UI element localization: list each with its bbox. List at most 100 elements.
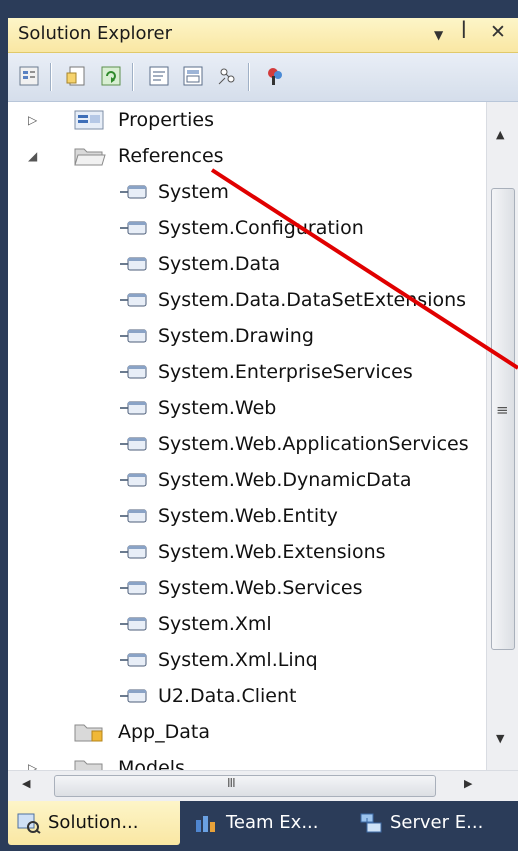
refresh-icon [101, 66, 121, 86]
reference-label: System.EnterpriseServices [158, 361, 413, 383]
assembly-reference-icon [120, 653, 147, 667]
vertical-scroll-thumb[interactable]: ≡ [491, 188, 515, 650]
refresh-button[interactable] [96, 61, 126, 91]
tree-node-reference[interactable]: System.Web.DynamicData [8, 462, 486, 498]
tree-node-reference[interactable]: U2.Data.Client [8, 678, 486, 714]
reference-label: System.Configuration [158, 217, 364, 239]
tab-label: Solution... [48, 812, 139, 833]
tree-node-reference[interactable]: System.EnterpriseServices [8, 354, 486, 390]
assembly-reference-icon [120, 257, 147, 271]
view-class-diagram-button[interactable] [212, 61, 242, 91]
tree-node-label: Models [118, 757, 185, 770]
tree-node-reference[interactable]: System [8, 174, 486, 210]
toolbar-separator [248, 63, 250, 91]
scroll-grip-icon: III [227, 776, 236, 790]
show-all-files-button[interactable] [62, 61, 92, 91]
tree-node-reference[interactable]: System.Web.Services [8, 570, 486, 606]
solution-tree: ▷ Properties ◢ References System System.C… [8, 102, 486, 770]
tab-label: Server E... [390, 812, 484, 833]
tree-node-app-data[interactable]: App_Data [8, 714, 486, 750]
pin-icon[interactable]: ꟾ [461, 21, 467, 43]
expand-arrow-icon[interactable]: ▷ [28, 750, 44, 770]
toolbar-separator [50, 63, 52, 91]
reference-label: System.Xml [158, 613, 272, 635]
tree-node-reference[interactable]: System.Web.Entity [8, 498, 486, 534]
view-class-diagram-icon [218, 68, 235, 85]
reference-label: U2.Data.Client [158, 685, 297, 707]
horizontal-scrollbar[interactable]: ◀ III ▶ [8, 770, 518, 801]
folder-icon [74, 760, 103, 770]
title-bar: Solution Explorer ▼ ꟾ ✕ [8, 18, 518, 53]
tree-node-reference[interactable]: System.Data [8, 246, 486, 282]
vertical-scrollbar[interactable]: ▲ ≡ ▼ [486, 102, 518, 770]
view-designer-icon [183, 66, 203, 86]
assembly-reference-icon [120, 473, 147, 487]
reference-label: System.Web [158, 397, 277, 419]
window-menu-dropdown-icon[interactable]: ▼ [434, 28, 443, 42]
tab-label: Team Ex... [226, 812, 319, 833]
toolbar-separator [132, 63, 134, 91]
scroll-right-icon[interactable]: ▶ [464, 777, 472, 790]
assembly-reference-icon [120, 293, 147, 307]
tree-node-reference[interactable]: System.Drawing [8, 318, 486, 354]
team-explorer-icon [196, 816, 215, 832]
reference-label: System [158, 181, 229, 203]
solution-explorer-icon [17, 813, 41, 834]
scroll-down-icon[interactable]: ▼ [496, 732, 504, 745]
tool-window-tabs: Solution... Team Ex... Server E... [8, 801, 518, 851]
reference-label: System.Web.Services [158, 577, 363, 599]
scroll-up-icon[interactable]: ▲ [496, 128, 504, 141]
tree-node-label: Properties [118, 109, 215, 131]
tree-node-properties[interactable]: ▷ Properties [8, 102, 486, 138]
horizontal-scroll-thumb[interactable]: III [54, 775, 436, 797]
tree-node-reference[interactable]: System.Xml.Linq [8, 642, 486, 678]
scroll-grip-icon: ≡ [496, 401, 509, 419]
special-folder-icon [74, 724, 103, 742]
assembly-reference-icon [120, 509, 147, 523]
reference-label: System.Web.ApplicationServices [158, 433, 469, 455]
tab-solution-explorer[interactable]: Solution... [8, 801, 180, 845]
assembly-reference-icon [120, 581, 147, 595]
add-reference-button[interactable] [260, 61, 290, 91]
tree-node-reference[interactable]: System.Web.ApplicationServices [8, 426, 486, 462]
expand-arrow-icon[interactable]: ▷ [28, 102, 44, 138]
collapse-arrow-icon[interactable]: ◢ [28, 138, 44, 174]
assembly-reference-icon [120, 185, 147, 199]
tree-node-label: References [118, 145, 224, 167]
tree-node-references[interactable]: ◢ References [8, 138, 486, 174]
assembly-reference-icon [120, 401, 147, 415]
open-folder-icon [74, 148, 106, 166]
reference-label: System.Data [158, 253, 281, 275]
properties-folder-icon [74, 110, 104, 130]
reference-label: System.Data.DataSetExtensions [158, 289, 467, 311]
tab-team-explorer[interactable]: Team Ex... [188, 801, 348, 845]
reference-label: System.Web.DynamicData [158, 469, 412, 491]
window-title: Solution Explorer [18, 23, 172, 44]
server-explorer-icon [360, 813, 382, 833]
view-code-button[interactable] [144, 61, 174, 91]
toolbar [8, 53, 518, 102]
solution-explorer-window: Solution Explorer ▼ ꟾ ✕ ▷ Properties ◢ R… [8, 18, 518, 851]
tree-node-models[interactable]: ▷ Models [8, 750, 486, 770]
tab-server-explorer[interactable]: Server E... [354, 801, 518, 845]
tree-node-reference[interactable]: System.Xml [8, 606, 486, 642]
assembly-reference-icon [120, 689, 147, 703]
close-icon[interactable]: ✕ [490, 21, 506, 43]
tree-node-reference[interactable]: System.Web [8, 390, 486, 426]
tree-node-reference[interactable]: System.Data.DataSetExtensions [8, 282, 486, 318]
add-reference-icon [268, 68, 282, 85]
assembly-reference-icon [120, 617, 147, 631]
tree-node-label: App_Data [118, 721, 210, 743]
tree-node-reference[interactable]: System.Web.Extensions [8, 534, 486, 570]
reference-label: System.Web.Extensions [158, 541, 386, 563]
assembly-reference-icon [120, 365, 147, 379]
properties-icon [19, 66, 39, 86]
reference-label: System.Drawing [158, 325, 314, 347]
assembly-reference-icon [120, 221, 147, 235]
tree-node-reference[interactable]: System.Configuration [8, 210, 486, 246]
assembly-reference-icon [120, 329, 147, 343]
properties-button[interactable] [14, 61, 44, 91]
scroll-left-icon[interactable]: ◀ [22, 777, 30, 790]
view-code-icon [149, 66, 169, 86]
view-designer-button[interactable] [178, 61, 208, 91]
